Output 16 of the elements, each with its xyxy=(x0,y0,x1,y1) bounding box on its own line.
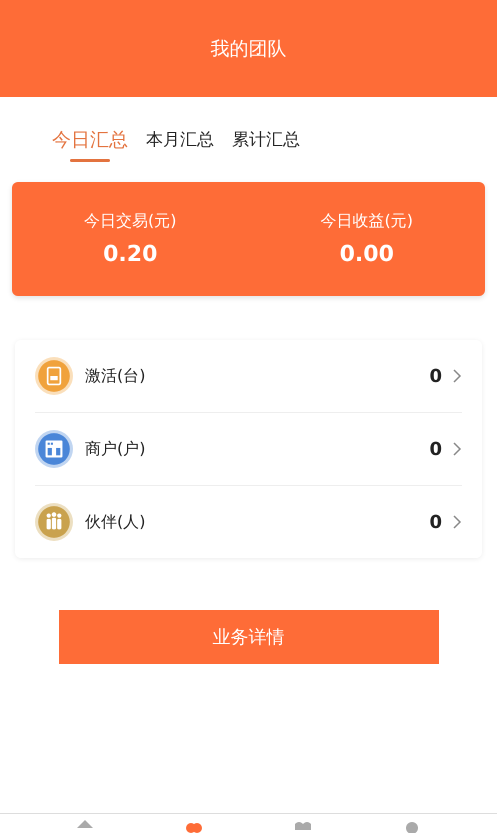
chevron-right-icon[interactable] xyxy=(452,369,462,383)
summary-label: 今日收益(元) xyxy=(320,211,413,232)
summary-label: 今日交易(元) xyxy=(84,211,176,232)
summary-tab[interactable]: 本月汇总 xyxy=(146,127,214,179)
page-title: 我的团队 xyxy=(210,36,286,62)
chevron-right-icon[interactable] xyxy=(452,442,462,456)
stat-label: 商户(户) xyxy=(85,438,146,460)
stat-label: 激活(台) xyxy=(85,366,146,386)
summary-value: 0.20 xyxy=(103,242,158,267)
stat-value: 0 xyxy=(429,438,442,460)
chevron-right-icon[interactable] xyxy=(452,515,462,529)
stat-value: 0 xyxy=(429,366,442,386)
stat-label: 伙伴(人) xyxy=(85,512,146,532)
stat-value: 0 xyxy=(429,512,442,532)
summary-tab[interactable]: 累计汇总 xyxy=(232,127,300,179)
summary-value: 0.00 xyxy=(340,242,394,267)
